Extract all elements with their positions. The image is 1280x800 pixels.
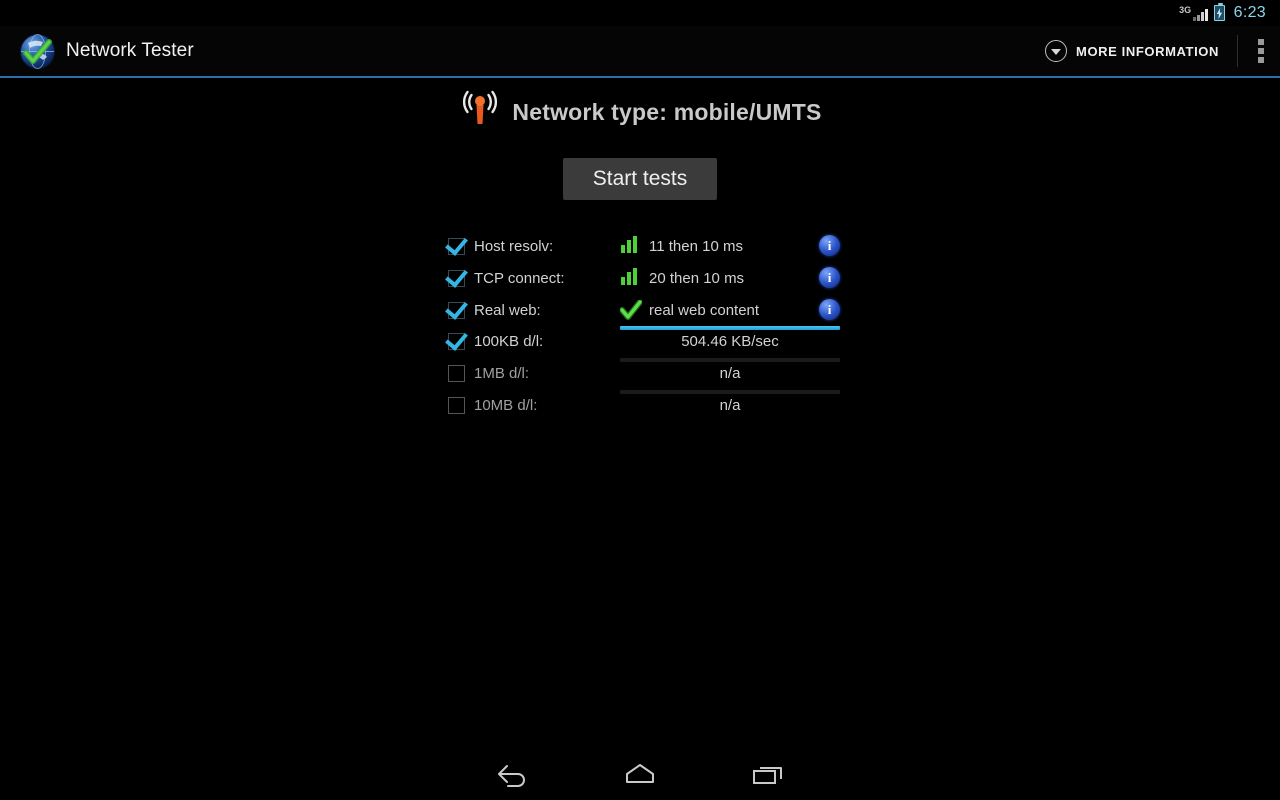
table-row: 10MB d/l: n/a bbox=[0, 390, 1280, 422]
more-information-button[interactable]: MORE INFORMATION bbox=[1031, 26, 1233, 76]
chevron-down-circle-icon bbox=[1045, 40, 1068, 62]
signal-bars-icon: 3G bbox=[1179, 5, 1208, 21]
action-bar-actions: MORE INFORMATION bbox=[1031, 26, 1280, 76]
action-bar-divider bbox=[1237, 35, 1238, 67]
table-row: Real web: real web content i bbox=[0, 294, 1280, 326]
table-row: 1MB d/l: n/a bbox=[0, 358, 1280, 390]
test-checkbox-10mb-download[interactable]: 10MB d/l: bbox=[448, 397, 537, 414]
test-label: 1MB d/l: bbox=[474, 365, 530, 382]
network-type-row: Network type: mobile/UMTS bbox=[0, 90, 1280, 134]
signal-strength-icon bbox=[1193, 8, 1208, 21]
main-content: Network type: mobile/UMTS Start tests Ho… bbox=[0, 78, 1280, 748]
test-checkbox-real-web[interactable]: Real web: bbox=[448, 301, 541, 319]
signal-bars-green-icon bbox=[620, 236, 642, 256]
progress-bar-10mb bbox=[620, 390, 840, 394]
signal-bars-green-icon bbox=[620, 268, 642, 288]
test-result-text: real web content bbox=[649, 301, 760, 319]
checkbox-icon[interactable] bbox=[448, 397, 465, 414]
status-bar-clock: 6:23 bbox=[1233, 4, 1266, 21]
info-button-real-web[interactable]: i bbox=[819, 299, 840, 320]
test-result-text: 20 then 10 ms bbox=[649, 269, 745, 287]
test-label: Real web: bbox=[474, 301, 541, 319]
home-icon[interactable] bbox=[576, 748, 704, 800]
test-result-host-resolv: 11 then 10 ms bbox=[620, 230, 840, 262]
globe-check-icon bbox=[19, 33, 56, 70]
download-result-text: n/a bbox=[719, 397, 741, 414]
lightning-bolt-glyph bbox=[1216, 7, 1222, 19]
overflow-menu-icon[interactable] bbox=[1242, 26, 1280, 76]
test-result-real-web: real web content bbox=[619, 294, 840, 326]
checkbox-icon[interactable] bbox=[448, 269, 465, 287]
test-checkbox-100kb-download[interactable]: 100KB d/l: bbox=[448, 333, 543, 350]
test-label: 10MB d/l: bbox=[474, 397, 538, 414]
download-result-text: n/a bbox=[719, 365, 741, 382]
download-result-text: 504.46 KB/sec bbox=[681, 333, 779, 350]
test-label: Host resolv: bbox=[474, 237, 554, 255]
back-arrow-icon[interactable] bbox=[448, 748, 576, 800]
status-bar: 3G 6:23 bbox=[0, 0, 1280, 26]
info-icon: i bbox=[827, 269, 832, 285]
progress-bar-100kb bbox=[620, 326, 840, 330]
test-results-list: Host resolv: 11 then 10 ms i TCP connect… bbox=[0, 230, 1280, 422]
network-type-label: 3G bbox=[1179, 5, 1192, 15]
navigation-bar bbox=[0, 748, 1280, 800]
antenna-broadcast-icon bbox=[458, 90, 502, 134]
test-checkbox-tcp-connect[interactable]: TCP connect: bbox=[448, 269, 565, 287]
info-icon: i bbox=[827, 301, 832, 317]
progress-bar-1mb bbox=[620, 358, 840, 362]
test-label: TCP connect: bbox=[474, 269, 565, 287]
action-bar: Network Tester MORE INFORMATION bbox=[0, 26, 1280, 78]
table-row: Host resolv: 11 then 10 ms i bbox=[0, 230, 1280, 262]
info-button-tcp-connect[interactable]: i bbox=[819, 267, 840, 288]
checkbox-icon[interactable] bbox=[448, 365, 465, 382]
table-row: 100KB d/l: 504.46 KB/sec bbox=[0, 326, 1280, 358]
test-label: 100KB d/l: bbox=[474, 333, 544, 350]
more-information-label: MORE INFORMATION bbox=[1076, 43, 1219, 59]
app-title: Network Tester bbox=[66, 40, 194, 61]
network-type-text: Network type: mobile/UMTS bbox=[512, 98, 822, 125]
test-checkbox-host-resolv[interactable]: Host resolv: bbox=[448, 237, 554, 255]
info-icon: i bbox=[827, 237, 832, 253]
checkbox-icon[interactable] bbox=[448, 333, 465, 350]
checkbox-icon[interactable] bbox=[448, 301, 465, 319]
test-result-text: 11 then 10 ms bbox=[649, 237, 743, 255]
table-row: TCP connect: 20 then 10 ms i bbox=[0, 262, 1280, 294]
checkbox-icon[interactable] bbox=[448, 237, 465, 255]
info-button-host-resolv[interactable]: i bbox=[819, 235, 840, 256]
start-tests-button[interactable]: Start tests bbox=[563, 158, 717, 200]
test-checkbox-1mb-download[interactable]: 1MB d/l: bbox=[448, 365, 529, 382]
recent-apps-icon[interactable] bbox=[704, 748, 832, 800]
check-green-icon bbox=[619, 299, 643, 320]
test-result-tcp-connect: 20 then 10 ms bbox=[620, 262, 840, 294]
battery-charging-icon bbox=[1213, 3, 1225, 21]
